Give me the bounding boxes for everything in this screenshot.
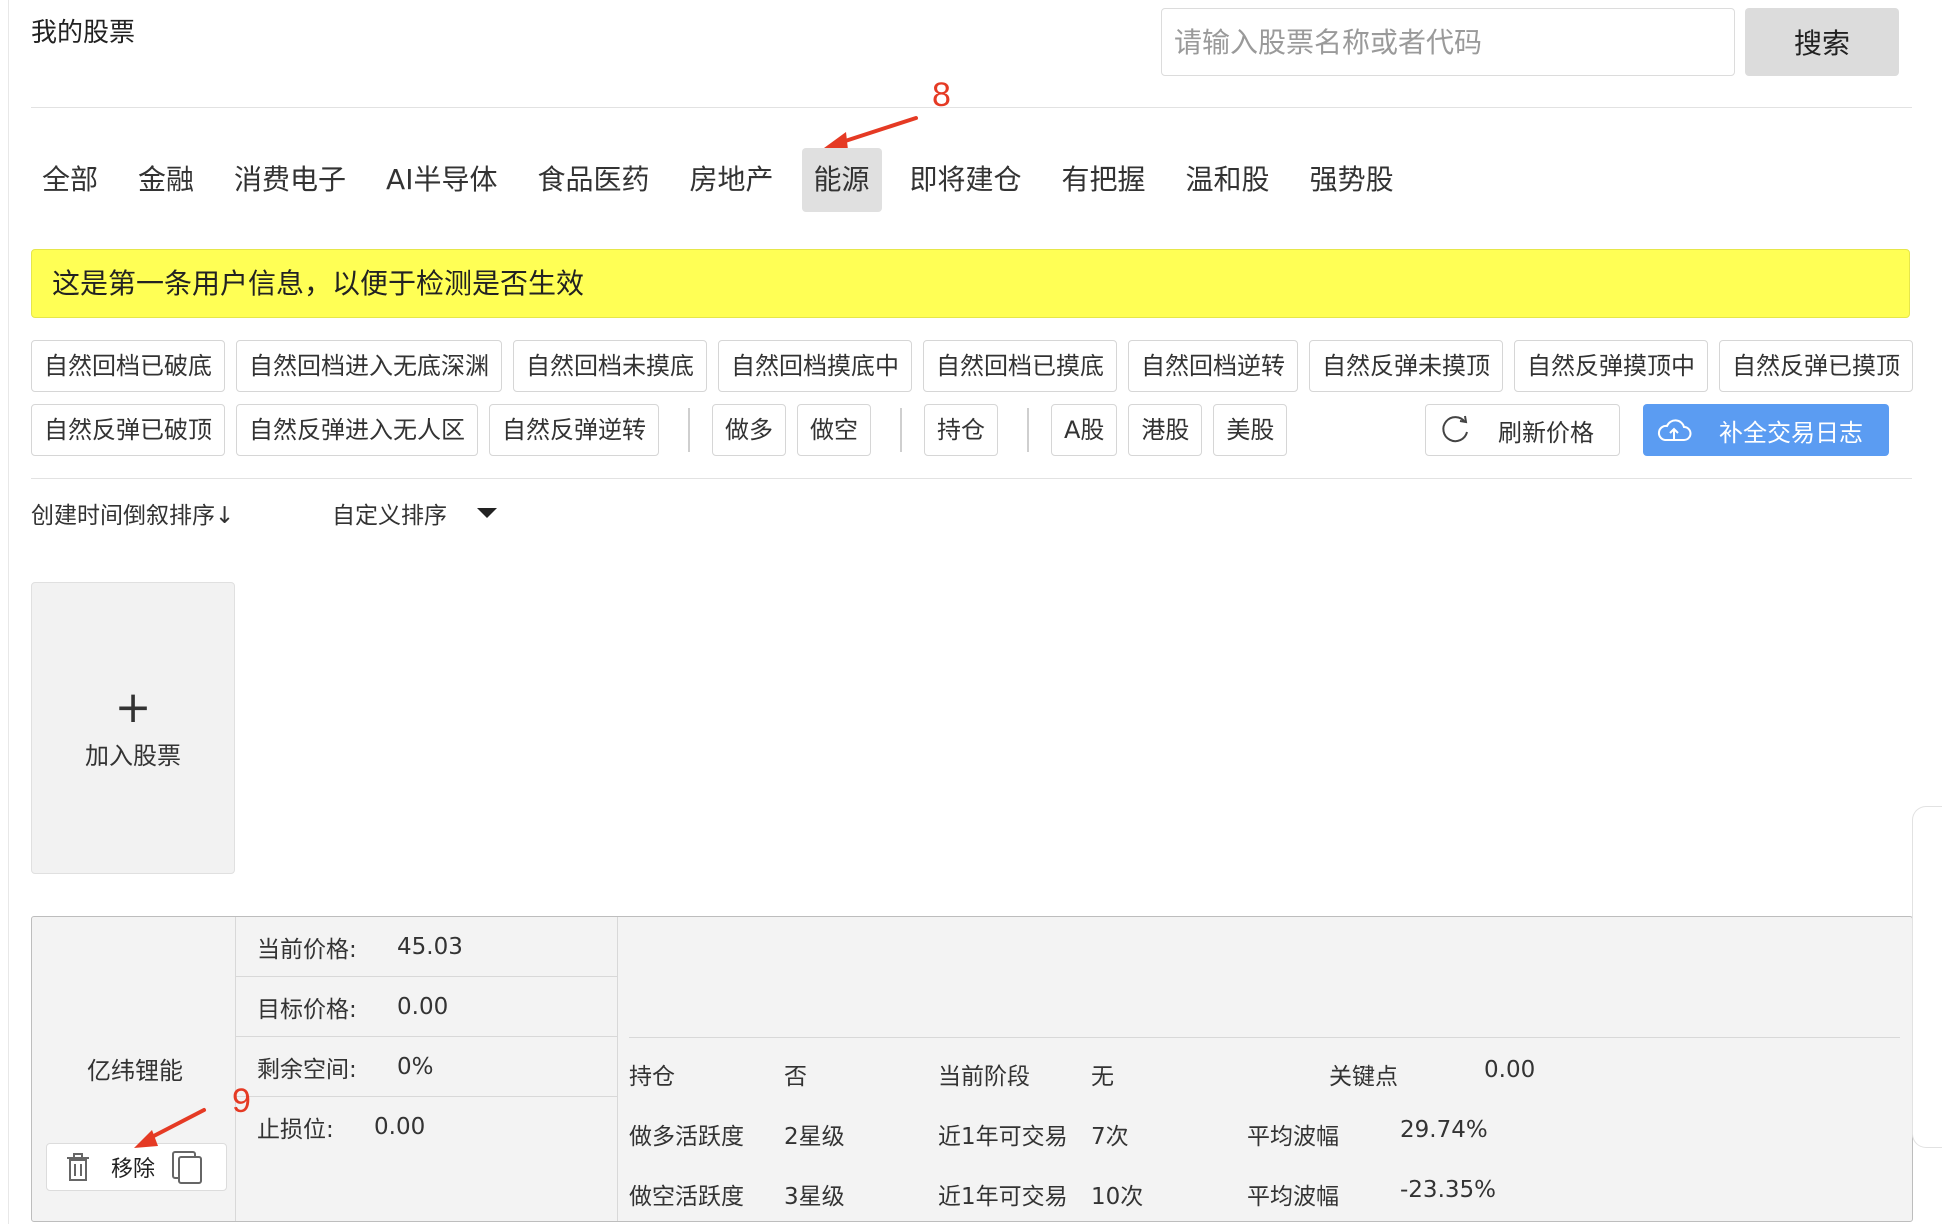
info-label: 关键点 [1329, 1064, 1398, 1090]
info-value: 3星级 [784, 1184, 845, 1210]
filter-tag[interactable]: 自然反弹摸顶中 [1514, 340, 1708, 392]
header-divider [31, 107, 1912, 108]
tab-moderate[interactable]: 温和股 [1174, 148, 1282, 212]
tab-finance[interactable]: 金融 [126, 148, 206, 212]
filter-tag[interactable]: 自然反弹已摸顶 [1719, 340, 1913, 392]
complete-journal-label: 补全交易日志 [1719, 418, 1863, 447]
current-price-row: 当前价格: 45.03 [236, 917, 617, 977]
filter-tag-holding[interactable]: 持仓 [924, 404, 998, 456]
search-button[interactable]: 搜索 [1745, 8, 1899, 76]
stock-card: 亿纬锂能 移除 当前价格: 45.03 目标价格: 0.00 剩余空间: 0% [31, 916, 1913, 1222]
filter-tag[interactable]: 自然回档逆转 [1128, 340, 1298, 392]
tab-ai-semiconductor[interactable]: AI半导体 [374, 148, 509, 212]
filter-tag-short[interactable]: 做空 [797, 404, 871, 456]
info-label: 做多活跃度 [629, 1124, 744, 1150]
tab-energy[interactable]: 能源 [801, 148, 882, 212]
add-stock-label: 加入股票 [85, 741, 181, 770]
info-label: 近1年可交易 [938, 1184, 1068, 1210]
stop-loss-row: 止损位: 0.00 [236, 1097, 617, 1157]
remove-button[interactable]: 移除 [111, 1151, 155, 1183]
stock-name: 亿纬锂能 [87, 1057, 183, 1085]
plus-icon: + [114, 681, 152, 733]
copy-icon[interactable] [171, 1150, 203, 1184]
notice-banner: 这是第一条用户信息，以便于检测是否生效 [31, 249, 1910, 318]
filter-tag[interactable]: 自然回档已摸底 [923, 340, 1117, 392]
target-price-value: 0.00 [397, 993, 449, 1020]
filter-row-2: 自然反弹已破顶 自然反弹进入无人区 自然反弹逆转 做多 做空 持仓 A股 港股 … [31, 404, 1298, 456]
side-panel-handle[interactable] [1912, 806, 1942, 1148]
filter-tag[interactable]: 自然回档已破底 [31, 340, 225, 392]
search-input[interactable] [1161, 8, 1735, 76]
tab-all[interactable]: 全部 [30, 148, 110, 212]
info-label: 当前阶段 [938, 1064, 1030, 1090]
info-value: -23.35% [1400, 1177, 1496, 1203]
info-value: 2星级 [784, 1124, 845, 1150]
refresh-icon [1442, 415, 1468, 443]
remaining-space-row: 剩余空间: 0% [236, 1037, 617, 1097]
info-label: 持仓 [629, 1064, 675, 1090]
info-divider [629, 1037, 1900, 1038]
annotation-arrow-icon [134, 1108, 206, 1148]
info-label: 做空活跃度 [629, 1184, 744, 1210]
filter-tag-a-share[interactable]: A股 [1051, 404, 1118, 456]
category-tabs: 全部 金融 消费电子 AI半导体 食品医药 房地产 能源 即将建仓 有把握 温和… [30, 148, 1422, 212]
info-label: 平均波幅 [1247, 1124, 1339, 1150]
current-price-value: 45.03 [397, 933, 463, 960]
filter-row-1: 自然回档已破底 自然回档进入无底深渊 自然回档未摸底 自然回档摸底中 自然回档已… [31, 340, 1924, 392]
page-title: 我的股票 [31, 18, 136, 48]
current-price-label: 当前价格: [257, 936, 357, 963]
tab-about-to-build[interactable]: 即将建仓 [898, 148, 1034, 212]
filter-separator [900, 408, 902, 452]
filter-tag[interactable]: 自然反弹未摸顶 [1309, 340, 1503, 392]
filter-tag[interactable]: 自然反弹逆转 [489, 404, 659, 456]
caret-down-icon [477, 508, 497, 518]
trash-icon[interactable] [65, 1152, 91, 1182]
stop-loss-label: 止损位: [257, 1117, 334, 1143]
tab-real-estate[interactable]: 房地产 [677, 148, 785, 212]
info-value: 否 [784, 1064, 807, 1090]
info-value: 10次 [1091, 1184, 1144, 1210]
filter-tag[interactable]: 自然回档摸底中 [718, 340, 912, 392]
remaining-space-label: 剩余空间: [257, 1056, 357, 1083]
custom-sort-dropdown[interactable]: 自定义排序 [332, 496, 497, 530]
info-label: 近1年可交易 [938, 1124, 1068, 1150]
info-value: 7次 [1091, 1124, 1129, 1150]
page-left-border [8, 0, 9, 1224]
add-stock-card[interactable]: + 加入股票 [31, 582, 235, 874]
refresh-price-label: 刷新价格 [1498, 418, 1594, 447]
tab-strong[interactable]: 强势股 [1298, 148, 1406, 212]
filter-tag[interactable]: 自然反弹进入无人区 [236, 404, 478, 456]
filter-tag-hk-share[interactable]: 港股 [1128, 404, 1203, 456]
sort-by-created-time[interactable]: 创建时间倒叙排序↓ [31, 496, 234, 530]
info-value: 0.00 [1484, 1057, 1536, 1083]
filter-tag[interactable]: 自然反弹已破顶 [31, 404, 225, 456]
remaining-space-value: 0% [397, 1053, 434, 1080]
annotation-marker-8: 8 [932, 76, 951, 114]
tab-confident[interactable]: 有把握 [1050, 148, 1158, 212]
tab-food-medicine[interactable]: 食品医药 [525, 148, 661, 212]
filter-separator [688, 408, 690, 452]
filter-separator [1027, 408, 1029, 452]
toolbar-divider [31, 478, 1912, 479]
info-value: 29.74% [1400, 1117, 1488, 1143]
filter-tag-long[interactable]: 做多 [712, 404, 786, 456]
annotation-marker-9: 9 [232, 1082, 251, 1120]
filter-tag[interactable]: 自然回档进入无底深渊 [236, 340, 502, 392]
price-column: 当前价格: 45.03 目标价格: 0.00 剩余空间: 0% 止损位: 0.0… [235, 917, 618, 1221]
filter-tag[interactable]: 自然回档未摸底 [513, 340, 707, 392]
target-price-label: 目标价格: [257, 996, 357, 1023]
cloud-upload-icon [1657, 419, 1692, 441]
filter-tag-us-share[interactable]: 美股 [1213, 404, 1288, 456]
tab-consumer-electronics[interactable]: 消费电子 [222, 148, 358, 212]
info-value: 无 [1091, 1064, 1114, 1090]
complete-journal-button[interactable]: 补全交易日志 [1643, 404, 1889, 456]
target-price-row: 目标价格: 0.00 [236, 977, 617, 1037]
info-label: 平均波幅 [1247, 1184, 1339, 1210]
stop-loss-value: 0.00 [374, 1114, 426, 1140]
custom-sort-label: 自定义排序 [332, 503, 447, 529]
refresh-price-button[interactable]: 刷新价格 [1425, 404, 1620, 456]
